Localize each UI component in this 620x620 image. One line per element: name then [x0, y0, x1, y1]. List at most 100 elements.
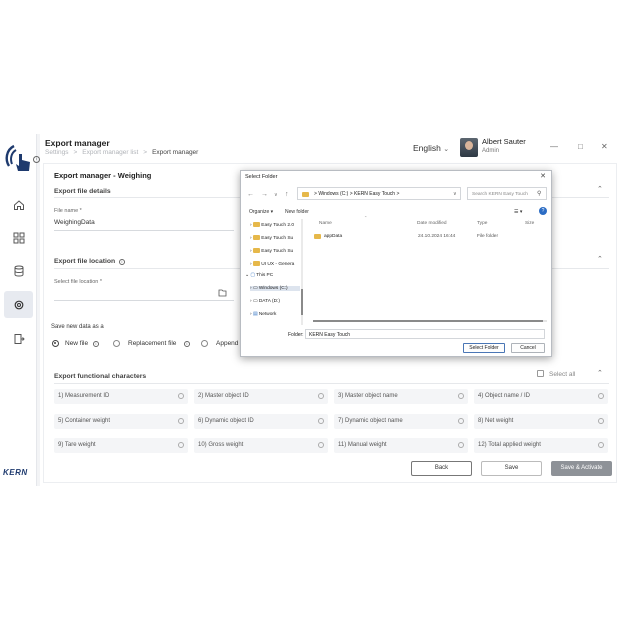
file-name-input[interactable]: WeighingData: [54, 219, 95, 226]
tree-item-data-d[interactable]: › ▭ DATA (D:): [250, 299, 280, 304]
help-icon[interactable]: ?: [539, 207, 547, 215]
select-all-label: Select all: [549, 371, 576, 378]
cancel-button[interactable]: Cancel: [511, 343, 545, 353]
functional-character-label: 10) Gross weight: [198, 442, 244, 448]
tree-item[interactable]: › Easy Touch Su: [250, 234, 293, 241]
functional-character-option[interactable]: 8) Net weight: [474, 414, 608, 429]
functional-character-label: 9) Tare weight: [58, 442, 96, 448]
select-all-checkbox[interactable]: [537, 370, 544, 377]
view-options-icon[interactable]: ☰ ▾: [514, 209, 522, 215]
language-selector[interactable]: English ⌄: [413, 143, 449, 153]
back-button[interactable]: Back: [411, 461, 472, 476]
chevron-down-icon[interactable]: ∨: [453, 191, 457, 197]
tree-item-windows-c[interactable]: › ▭ Windows (C:): [250, 286, 300, 291]
tree-item-this-pc[interactable]: ⌄ ▢ This PC: [245, 273, 273, 278]
horizontal-scrollbar[interactable]: [313, 320, 547, 322]
gear-icon: [14, 300, 23, 309]
sidebar-item-home[interactable]: [4, 191, 33, 218]
file-name-label: File name *: [54, 208, 82, 214]
chevron-up-icon[interactable]: ⌃: [597, 369, 603, 377]
column-date[interactable]: Date modified: [417, 221, 447, 226]
select-folder-button[interactable]: Select Folder: [463, 343, 505, 353]
option-radio[interactable]: [458, 442, 464, 448]
up-arrow-icon[interactable]: ↑: [285, 191, 289, 198]
breadcrumb-settings[interactable]: Settings: [45, 149, 69, 156]
option-radio[interactable]: [178, 442, 184, 448]
column-name[interactable]: Name: [319, 221, 332, 226]
address-part-folder[interactable]: KERN Easy Touch: [354, 191, 395, 197]
breadcrumb-export-manager-list[interactable]: Export manager list: [82, 149, 138, 156]
info-icon[interactable]: i: [93, 341, 99, 347]
option-radio[interactable]: [598, 442, 604, 448]
functional-character-option[interactable]: 1) Measurement ID: [54, 389, 188, 404]
option-radio[interactable]: [318, 393, 324, 399]
file-row-name: appData: [324, 234, 343, 239]
avatar[interactable]: [460, 138, 478, 157]
folder-label: Folder:: [288, 332, 304, 338]
tree-item[interactable]: › Easy Touch 2.0: [250, 221, 294, 228]
tree-item-network[interactable]: › ▤ Network: [250, 312, 276, 317]
search-input[interactable]: Search KERN Easy Touch: [467, 187, 547, 200]
sidebar-item-database[interactable]: [4, 257, 33, 284]
functional-character-option[interactable]: 12) Total applied weight: [474, 438, 608, 453]
new-folder-button[interactable]: New folder: [285, 209, 309, 215]
forward-arrow-icon[interactable]: →: [261, 191, 268, 198]
option-radio[interactable]: [178, 418, 184, 424]
select-folder-dialog: Select Folder ✕ ← → ∨ ↑ > Windows (C:) >…: [240, 170, 552, 357]
functional-character-option[interactable]: 7) Dynamic object name: [334, 414, 468, 429]
file-location-heading-text: Export file location: [54, 258, 116, 265]
tree-scrollbar[interactable]: [301, 219, 303, 325]
info-icon[interactable]: i: [119, 259, 125, 265]
functional-character-label: 3) Master object name: [338, 393, 398, 399]
close-icon[interactable]: ✕: [601, 142, 608, 151]
minimize-icon[interactable]: —: [550, 142, 558, 151]
replacement-file-radio[interactable]: [113, 340, 120, 347]
info-icon[interactable]: i: [184, 341, 190, 347]
folder-input[interactable]: KERN Easy Touch: [305, 329, 545, 339]
info-icon[interactable]: i: [33, 156, 40, 163]
chevron-up-icon[interactable]: ⌃: [597, 185, 603, 193]
save-button[interactable]: Save: [481, 461, 542, 476]
page-title: Export manager - Weighing: [54, 171, 152, 180]
functional-character-option[interactable]: 2) Master object ID: [194, 389, 328, 404]
option-radio[interactable]: [598, 393, 604, 399]
chevron-up-icon[interactable]: ⌃: [597, 255, 603, 263]
chevron-down-icon[interactable]: ∨: [274, 192, 278, 198]
functional-character-option[interactable]: 10) Gross weight: [194, 438, 328, 453]
tree-item-label: This PC: [256, 273, 274, 278]
option-radio[interactable]: [458, 393, 464, 399]
append-file-radio[interactable]: [201, 340, 208, 347]
column-size[interactable]: Size: [525, 221, 534, 226]
option-radio[interactable]: [318, 418, 324, 424]
tree-item[interactable]: › Easy Touch Su: [250, 247, 293, 254]
functional-character-option[interactable]: 9) Tare weight: [54, 438, 188, 453]
search-icon: ⚲: [537, 191, 542, 197]
save-activate-button[interactable]: Save & Activate: [551, 461, 612, 476]
dialog-title: Select Folder: [245, 174, 278, 180]
tree-item[interactable]: › UI UX - Genera: [250, 260, 294, 267]
functional-character-option[interactable]: 11) Manual weight: [334, 438, 468, 453]
back-arrow-icon[interactable]: ←: [247, 191, 254, 198]
sidebar-item-objects[interactable]: [4, 224, 33, 251]
functional-character-option[interactable]: 3) Master object name: [334, 389, 468, 404]
new-file-radio[interactable]: [52, 340, 59, 347]
functional-character-option[interactable]: 5) Container weight: [54, 414, 188, 429]
address-bar[interactable]: > Windows (C:) > KERN Easy Touch >: [297, 187, 461, 200]
organize-menu[interactable]: Organize ▾: [249, 209, 273, 215]
functional-character-option[interactable]: 6) Dynamic object ID: [194, 414, 328, 429]
address-part-drive[interactable]: Windows (C:): [318, 191, 348, 197]
column-type[interactable]: Type: [477, 221, 487, 226]
option-radio[interactable]: [598, 418, 604, 424]
option-radio[interactable]: [318, 442, 324, 448]
functional-character-option[interactable]: 4) Object name / ID: [474, 389, 608, 404]
maximize-icon[interactable]: □: [578, 142, 583, 151]
option-radio[interactable]: [178, 393, 184, 399]
replacement-file-label: Replacement file: [128, 340, 177, 347]
sidebar-item-logout[interactable]: [4, 325, 33, 352]
user-role: Admin: [482, 148, 500, 154]
sidebar: i KERN: [0, 134, 40, 486]
option-radio[interactable]: [458, 418, 464, 424]
sidebar-item-settings[interactable]: [4, 291, 33, 318]
folder-browse-icon[interactable]: [218, 288, 227, 297]
close-icon[interactable]: ✕: [540, 172, 546, 180]
